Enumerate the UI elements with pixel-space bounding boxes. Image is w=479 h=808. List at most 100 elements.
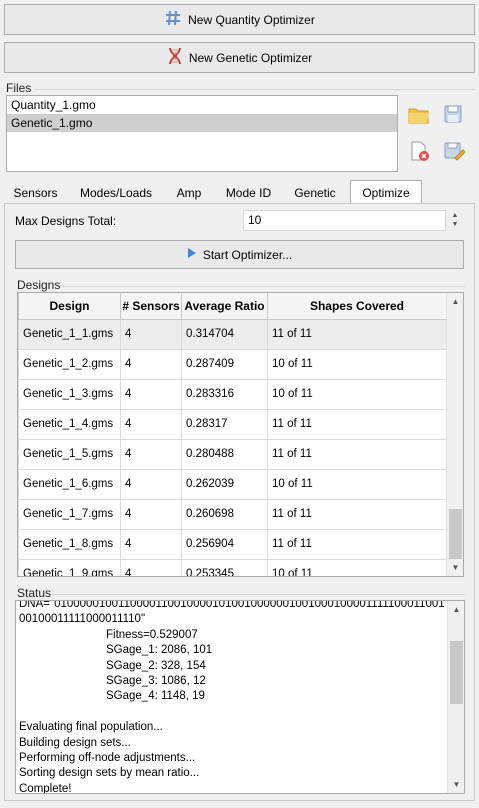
- sensors-cell: 4: [120, 318, 182, 350]
- file-item-quantity[interactable]: Quantity_1.gmo: [7, 96, 397, 114]
- status-scrollbar[interactable]: ▲ ▼: [447, 601, 464, 793]
- table-row[interactable]: Genetic_1_6.gms 4 0.262039 10 of 11: [18, 468, 447, 500]
- status-line: SGage_3: 1086, 12: [106, 674, 206, 687]
- new-quantity-optimizer-label: New Quantity Optimizer: [188, 12, 315, 27]
- scroll-down-icon[interactable]: ▼: [447, 559, 463, 576]
- average-ratio-cell: 0.28317: [181, 408, 268, 440]
- status-line: 00100011111000011110": [19, 613, 146, 626]
- status-line: Evaluating final population...: [19, 721, 163, 734]
- design-cell: Genetic_1_1.gms: [18, 318, 121, 350]
- table-row[interactable]: Genetic_1_2.gms 4 0.287409 10 of 11: [18, 348, 447, 380]
- status-line: Complete!: [19, 782, 72, 794]
- average-ratio-cell: 0.280488: [181, 438, 268, 470]
- design-cell: Genetic_1_2.gms: [18, 348, 121, 380]
- new-genetic-optimizer-button[interactable]: New Genetic Optimizer: [4, 42, 475, 73]
- sensors-cell: 4: [120, 348, 182, 380]
- table-row[interactable]: Genetic_1_1.gms 4 0.314704 11 of 11: [18, 318, 447, 350]
- status-line: Sorting design sets by mean ratio...: [19, 767, 200, 780]
- design-cell: Genetic_1_5.gms: [18, 438, 121, 470]
- status-scroll-thumb[interactable]: [450, 641, 463, 704]
- status-scroll-up-icon[interactable]: ▲: [448, 601, 464, 618]
- design-cell: Genetic_1_4.gms: [18, 408, 121, 440]
- status-line: DNA="01000001001100001100100001010010000…: [19, 600, 445, 610]
- new-genetic-optimizer-label: New Genetic Optimizer: [188, 50, 313, 65]
- status-line: [19, 705, 447, 720]
- save-icon[interactable]: [443, 104, 465, 126]
- shapes-covered-cell: 11 of 11: [267, 318, 447, 350]
- play-icon: [187, 247, 197, 262]
- spin-down-icon[interactable]: ▼: [448, 220, 462, 229]
- table-row[interactable]: Genetic_1_3.gms 4 0.283316 10 of 11: [18, 378, 447, 410]
- tab-modes-loads[interactable]: Modes/Loads: [69, 182, 163, 204]
- tab-sensors[interactable]: Sensors: [4, 182, 67, 204]
- sensors-cell: 4: [120, 558, 182, 576]
- column-header-shapes-covered[interactable]: Shapes Covered: [267, 293, 447, 320]
- shapes-covered-cell: 10 of 11: [267, 348, 447, 380]
- tab-optimize[interactable]: Optimize: [350, 180, 422, 204]
- shapes-covered-cell: 11 of 11: [267, 408, 447, 440]
- tab-mode-id[interactable]: Mode ID: [215, 182, 282, 204]
- column-header-design[interactable]: Design: [18, 293, 121, 320]
- column-header-sensors[interactable]: # Sensors: [120, 293, 182, 320]
- status-line: Fitness=0.529007: [106, 628, 198, 641]
- shapes-covered-cell: 10 of 11: [267, 558, 447, 576]
- start-optimizer-label: Start Optimizer...: [202, 247, 293, 262]
- status-line: SGage_4: 1148, 19: [106, 690, 205, 703]
- average-ratio-cell: 0.283316: [181, 378, 268, 410]
- status-divider: [52, 594, 465, 595]
- new-quantity-optimizer-button[interactable]: New Quantity Optimizer: [4, 4, 475, 35]
- start-optimizer-button[interactable]: Start Optimizer...: [15, 240, 464, 269]
- sensors-cell: 4: [120, 498, 182, 530]
- table-row[interactable]: Genetic_1_8.gms 4 0.256904 11 of 11: [18, 528, 447, 560]
- scroll-thumb[interactable]: [449, 509, 462, 559]
- max-designs-spinbox[interactable]: 10: [243, 210, 446, 231]
- status-line: Performing off-node adjustments...: [19, 751, 196, 764]
- status-line: SGage_1: 2086, 101: [106, 644, 213, 657]
- sensors-cell: 4: [120, 378, 182, 410]
- status-scroll-down-icon[interactable]: ▼: [448, 776, 464, 793]
- status-log[interactable]: DNA="01000001001100001100100001010010000…: [15, 600, 465, 794]
- average-ratio-cell: 0.262039: [181, 468, 268, 500]
- column-header-average-ratio[interactable]: Average Ratio: [181, 293, 268, 320]
- shapes-covered-cell: 10 of 11: [267, 468, 447, 500]
- design-cell: Genetic_1_9.gms: [18, 558, 121, 576]
- table-row[interactable]: Genetic_1_9.gms 4 0.253345 10 of 11: [18, 558, 447, 576]
- file-item-genetic[interactable]: Genetic_1.gmo: [7, 114, 397, 132]
- design-cell: Genetic_1_3.gms: [18, 378, 121, 410]
- designs-table: Design # Sensors Average Ratio Shapes Co…: [17, 292, 464, 577]
- edit-save-icon[interactable]: [443, 140, 466, 162]
- tab-amp[interactable]: Amp: [165, 182, 213, 204]
- shapes-covered-cell: 11 of 11: [267, 498, 447, 530]
- average-ratio-cell: 0.314704: [181, 318, 268, 350]
- sensors-cell: 4: [120, 408, 182, 440]
- designs-group-label: Designs: [17, 278, 61, 292]
- average-ratio-cell: 0.253345: [181, 558, 268, 576]
- spinbox-arrows[interactable]: ▲ ▼: [448, 211, 462, 231]
- sensors-cell: 4: [120, 468, 182, 500]
- spin-up-icon[interactable]: ▲: [448, 211, 462, 220]
- average-ratio-cell: 0.260698: [181, 498, 268, 530]
- shapes-covered-cell: 11 of 11: [267, 528, 447, 560]
- files-group-label: Files: [6, 81, 32, 95]
- max-designs-label: Max Designs Total:: [15, 214, 117, 228]
- table-row[interactable]: Genetic_1_7.gms 4 0.260698 11 of 11: [18, 498, 447, 530]
- delete-file-icon[interactable]: [409, 140, 431, 162]
- designs-scrollbar[interactable]: ▲ ▼: [446, 293, 463, 576]
- files-divider: [34, 89, 475, 90]
- open-folder-icon[interactable]: [408, 105, 430, 127]
- design-cell: Genetic_1_8.gms: [18, 528, 121, 560]
- table-row[interactable]: Genetic_1_4.gms 4 0.28317 11 of 11: [18, 408, 447, 440]
- average-ratio-cell: 0.287409: [181, 348, 268, 380]
- design-cell: Genetic_1_7.gms: [18, 498, 121, 530]
- table-row[interactable]: Genetic_1_5.gms 4 0.280488 11 of 11: [18, 438, 447, 470]
- sensors-cell: 4: [120, 528, 182, 560]
- average-ratio-cell: 0.256904: [181, 528, 268, 560]
- shapes-covered-cell: 11 of 11: [267, 438, 447, 470]
- status-text: DNA="01000001001100001100100001010010000…: [19, 600, 447, 794]
- design-cell: Genetic_1_6.gms: [18, 468, 121, 500]
- status-line: Building design sets...: [19, 736, 131, 749]
- tab-genetic[interactable]: Genetic: [283, 182, 347, 204]
- scroll-up-icon[interactable]: ▲: [447, 293, 463, 310]
- tab-bar: Sensors Modes/Loads Amp Mode ID Genetic …: [4, 180, 475, 204]
- files-list[interactable]: Quantity_1.gmo Genetic_1.gmo: [6, 95, 398, 172]
